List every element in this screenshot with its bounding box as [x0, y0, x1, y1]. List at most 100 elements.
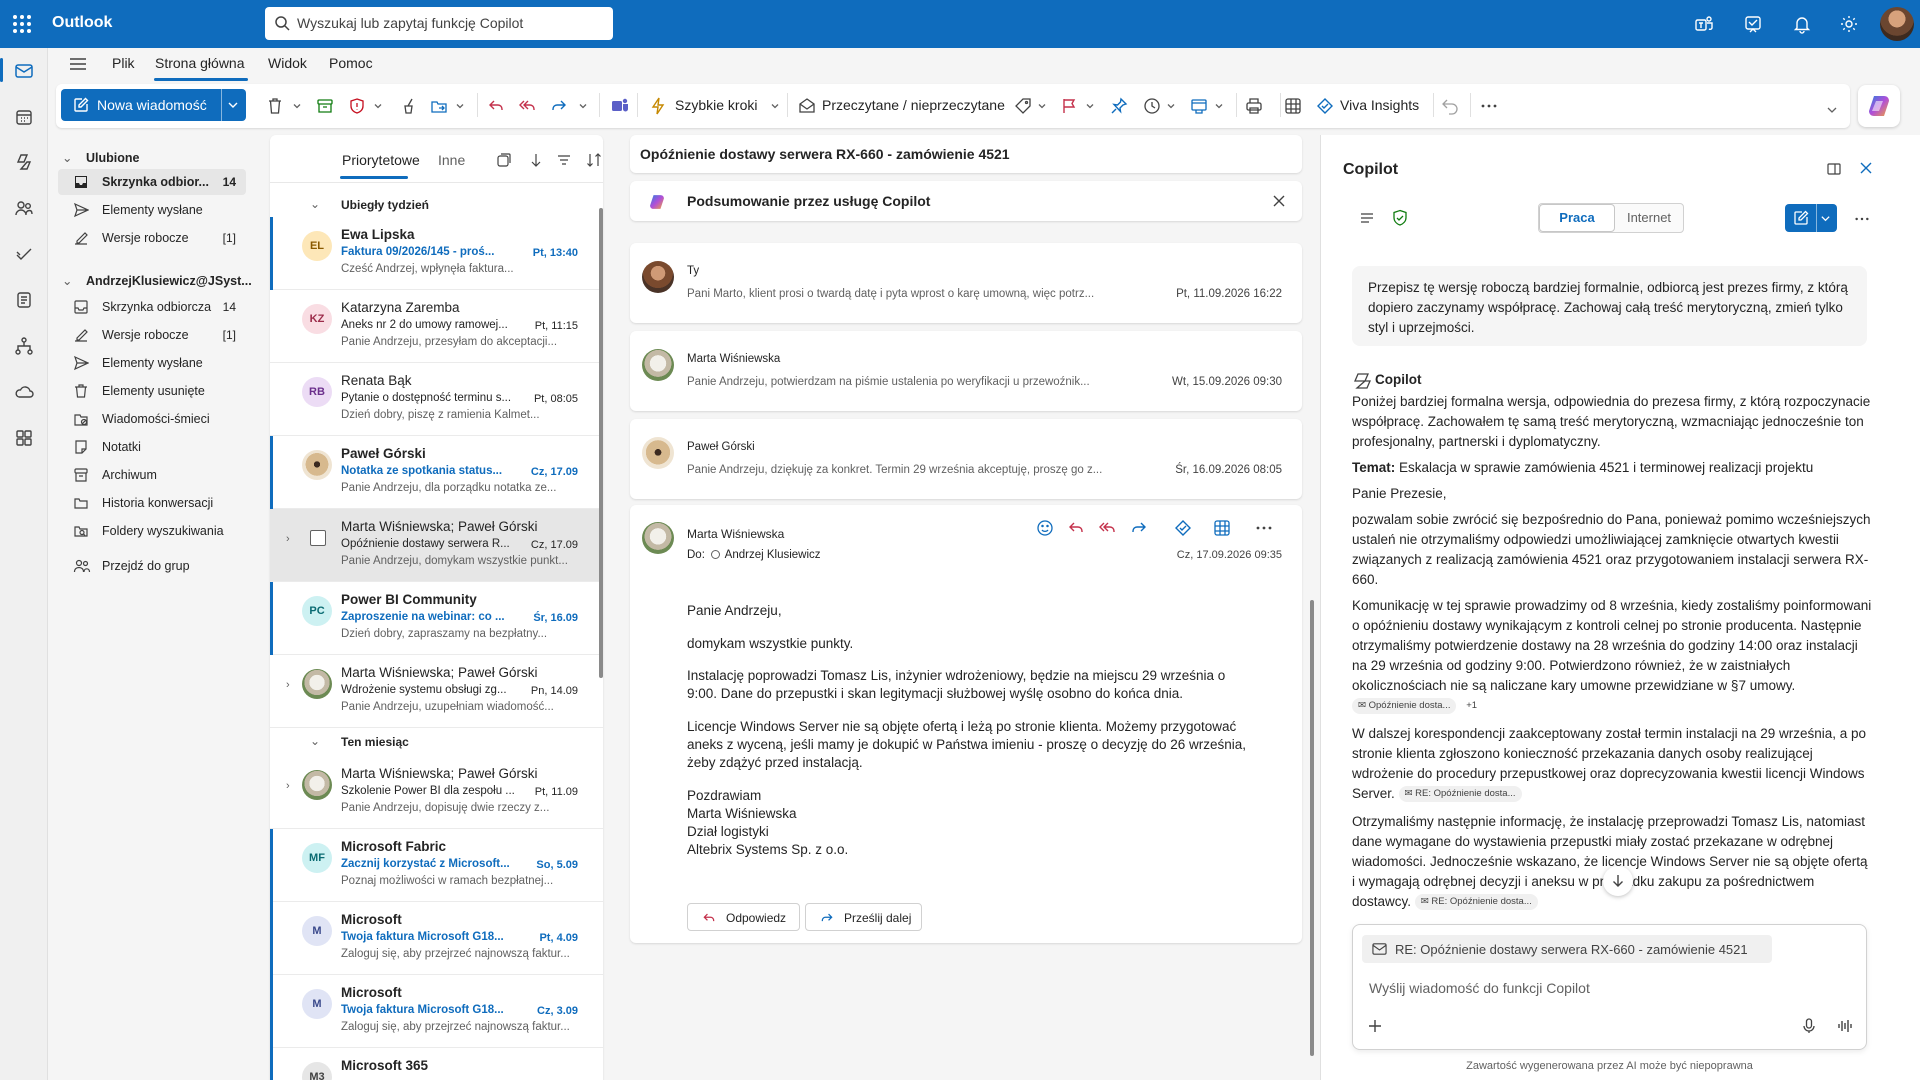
- folder-favorite-drafts[interactable]: Wersje robocze [1]: [58, 225, 246, 251]
- jump-to-icon[interactable]: [528, 152, 544, 168]
- chevron-down-icon[interactable]: [227, 99, 239, 111]
- list-item[interactable]: › Marta Wiśniewska; Paweł Górski Opóźnie…: [270, 509, 603, 582]
- chevron-right-icon[interactable]: ›: [286, 533, 290, 545]
- source-chip[interactable]: ✉ Opóźnienie dosta...: [1352, 698, 1457, 715]
- print-icon[interactable]: [1245, 96, 1263, 116]
- chevron-down-icon[interactable]: [770, 96, 780, 116]
- history-icon[interactable]: [1359, 210, 1375, 226]
- sweep-icon[interactable]: [400, 96, 418, 116]
- chevron-right-icon[interactable]: ›: [286, 679, 290, 691]
- chevron-down-icon[interactable]: [1214, 96, 1224, 116]
- tab-focused[interactable]: Priorytetowe: [342, 152, 420, 168]
- apps-icon[interactable]: [1213, 519, 1231, 537]
- archive-icon[interactable]: [316, 96, 334, 116]
- read-unread-label[interactable]: Przeczytane / nieprzeczytane: [822, 97, 1005, 113]
- whiteboard-icon[interactable]: [1741, 12, 1765, 36]
- tag-icon[interactable]: [1014, 96, 1032, 116]
- onedrive-icon[interactable]: [12, 380, 36, 404]
- chevron-down-icon[interactable]: [1037, 96, 1047, 116]
- folder-conversation-history[interactable]: Historia konwersacji: [58, 490, 246, 516]
- source-chip[interactable]: ✉ RE: Opóźnienie dosta...: [1414, 894, 1538, 911]
- folder-favorite-sent[interactable]: Elementy wysłane: [58, 197, 246, 223]
- group-header-this-month[interactable]: ⌄ Ten miesiąc: [270, 728, 603, 754]
- reply-icon[interactable]: [1067, 519, 1085, 537]
- apps-icon[interactable]: [1284, 96, 1302, 116]
- list-item[interactable]: PC Power BI Community Zaproszenie na web…: [270, 582, 603, 655]
- list-item[interactable]: › Marta Wiśniewska; Paweł Górski Szkolen…: [270, 756, 603, 829]
- copilot-rail-icon[interactable]: [12, 150, 36, 174]
- select-icon[interactable]: [496, 152, 512, 168]
- folder-drafts[interactable]: Wersje robocze [1]: [58, 322, 246, 348]
- read-unread-icon[interactable]: [798, 96, 816, 116]
- list-item[interactable]: EL Ewa Lipska Faktura 09/2026/145 - proś…: [270, 217, 603, 290]
- list-item[interactable]: MF Microsoft Fabric Zacznij korzystać z …: [270, 829, 603, 902]
- folder-junk[interactable]: Wiadomości-śmieci: [58, 406, 246, 432]
- chevron-down-icon[interactable]: [1820, 213, 1831, 224]
- menu-home[interactable]: Strona główna: [155, 55, 245, 71]
- clock-icon[interactable]: [1143, 96, 1161, 116]
- sort-icon[interactable]: [586, 152, 602, 168]
- menu-file[interactable]: Plik: [112, 55, 135, 71]
- copilot-logo-icon[interactable]: [1858, 85, 1900, 127]
- toggle-work[interactable]: Praca: [1539, 204, 1615, 232]
- pop-out-icon[interactable]: [1826, 161, 1842, 177]
- select-checkbox[interactable]: [310, 530, 326, 546]
- chevron-right-icon[interactable]: ›: [286, 780, 290, 792]
- list-item[interactable]: M Microsoft Twoja faktura Microsoft G18.…: [270, 902, 603, 975]
- bell-icon[interactable]: [1790, 12, 1814, 36]
- folder-deleted[interactable]: Elementy usunięte: [58, 378, 246, 404]
- search-box[interactable]: [265, 7, 613, 40]
- folder-inbox[interactable]: Skrzynka odbiorcza 14: [58, 294, 246, 320]
- menu-view[interactable]: Widok: [268, 55, 307, 71]
- calendar-icon[interactable]: [12, 105, 36, 129]
- user-avatar[interactable]: [1880, 7, 1914, 41]
- more-icon[interactable]: [1255, 519, 1273, 537]
- new-chat-button[interactable]: [1785, 204, 1837, 232]
- tab-other[interactable]: Inne: [438, 152, 465, 168]
- list-item[interactable]: M3 Microsoft 365: [270, 1048, 603, 1080]
- folder-favorite-inbox[interactable]: Skrzynka odbior... 14: [58, 169, 246, 195]
- forward-button[interactable]: Prześlij dalej: [805, 903, 922, 931]
- people-icon[interactable]: [12, 196, 36, 220]
- move-icon[interactable]: [430, 96, 448, 116]
- emoji-icon[interactable]: [1036, 519, 1054, 537]
- teams-share-icon[interactable]: [610, 96, 630, 116]
- pin-icon[interactable]: [1110, 96, 1128, 116]
- voice-icon[interactable]: [1837, 1018, 1853, 1034]
- flag-icon[interactable]: [1060, 96, 1078, 116]
- filter-icon[interactable]: [556, 152, 572, 168]
- gear-icon[interactable]: [1837, 12, 1861, 36]
- source-chip[interactable]: ✉ RE: Opóźnienie dosta...: [1398, 786, 1522, 803]
- recipient[interactable]: Andrzej Klusiewicz: [725, 549, 821, 561]
- forward-icon[interactable]: [1130, 519, 1148, 537]
- toggle-web[interactable]: Internet: [1615, 204, 1683, 232]
- quick-steps-icon[interactable]: [650, 96, 666, 116]
- account-header[interactable]: ⌄ AndrzejKlusiewicz@JSyst...: [62, 273, 252, 288]
- close-icon[interactable]: [1859, 161, 1873, 175]
- list-item[interactable]: RB Renata Bąk Pytanie o dostępność termi…: [270, 363, 603, 436]
- reply-button[interactable]: Odpowiedz: [687, 903, 800, 931]
- copilot-prompt-input[interactable]: [1369, 978, 1839, 998]
- chevron-down-icon[interactable]: [455, 96, 465, 116]
- thread-message-collapsed[interactable]: Paweł Górski Panie Andrzeju, dziękuję za…: [630, 419, 1302, 499]
- chevron-down-icon[interactable]: [1826, 100, 1838, 120]
- menu-help[interactable]: Pomoc: [329, 55, 373, 71]
- microphone-icon[interactable]: [1802, 1018, 1816, 1034]
- chevron-down-icon[interactable]: [292, 96, 302, 116]
- search-input[interactable]: [297, 13, 597, 33]
- more-sources-chip[interactable]: +1: [1460, 698, 1483, 714]
- quick-steps-label[interactable]: Szybkie kroki: [675, 97, 757, 113]
- scroll-to-bottom-button[interactable]: [1603, 866, 1633, 896]
- more-icon[interactable]: [1854, 211, 1870, 227]
- context-reference-chip[interactable]: RE: Opóźnienie dostawy serwera RX-660 - …: [1362, 935, 1772, 963]
- rules-icon[interactable]: [1190, 96, 1208, 116]
- mail-icon[interactable]: [12, 59, 36, 83]
- folder-search-folders[interactable]: Foldery wyszukiwania: [58, 518, 246, 544]
- chevron-down-icon[interactable]: [1166, 96, 1176, 116]
- delete-icon[interactable]: [266, 96, 284, 116]
- reply-all-icon[interactable]: [518, 96, 536, 116]
- hamburger-icon[interactable]: [68, 55, 88, 73]
- group-header-last-week[interactable]: ⌄ Ubiegły tydzień: [270, 191, 603, 217]
- app-title[interactable]: Outlook: [52, 14, 112, 32]
- folder-archive[interactable]: Archiwum: [58, 462, 246, 488]
